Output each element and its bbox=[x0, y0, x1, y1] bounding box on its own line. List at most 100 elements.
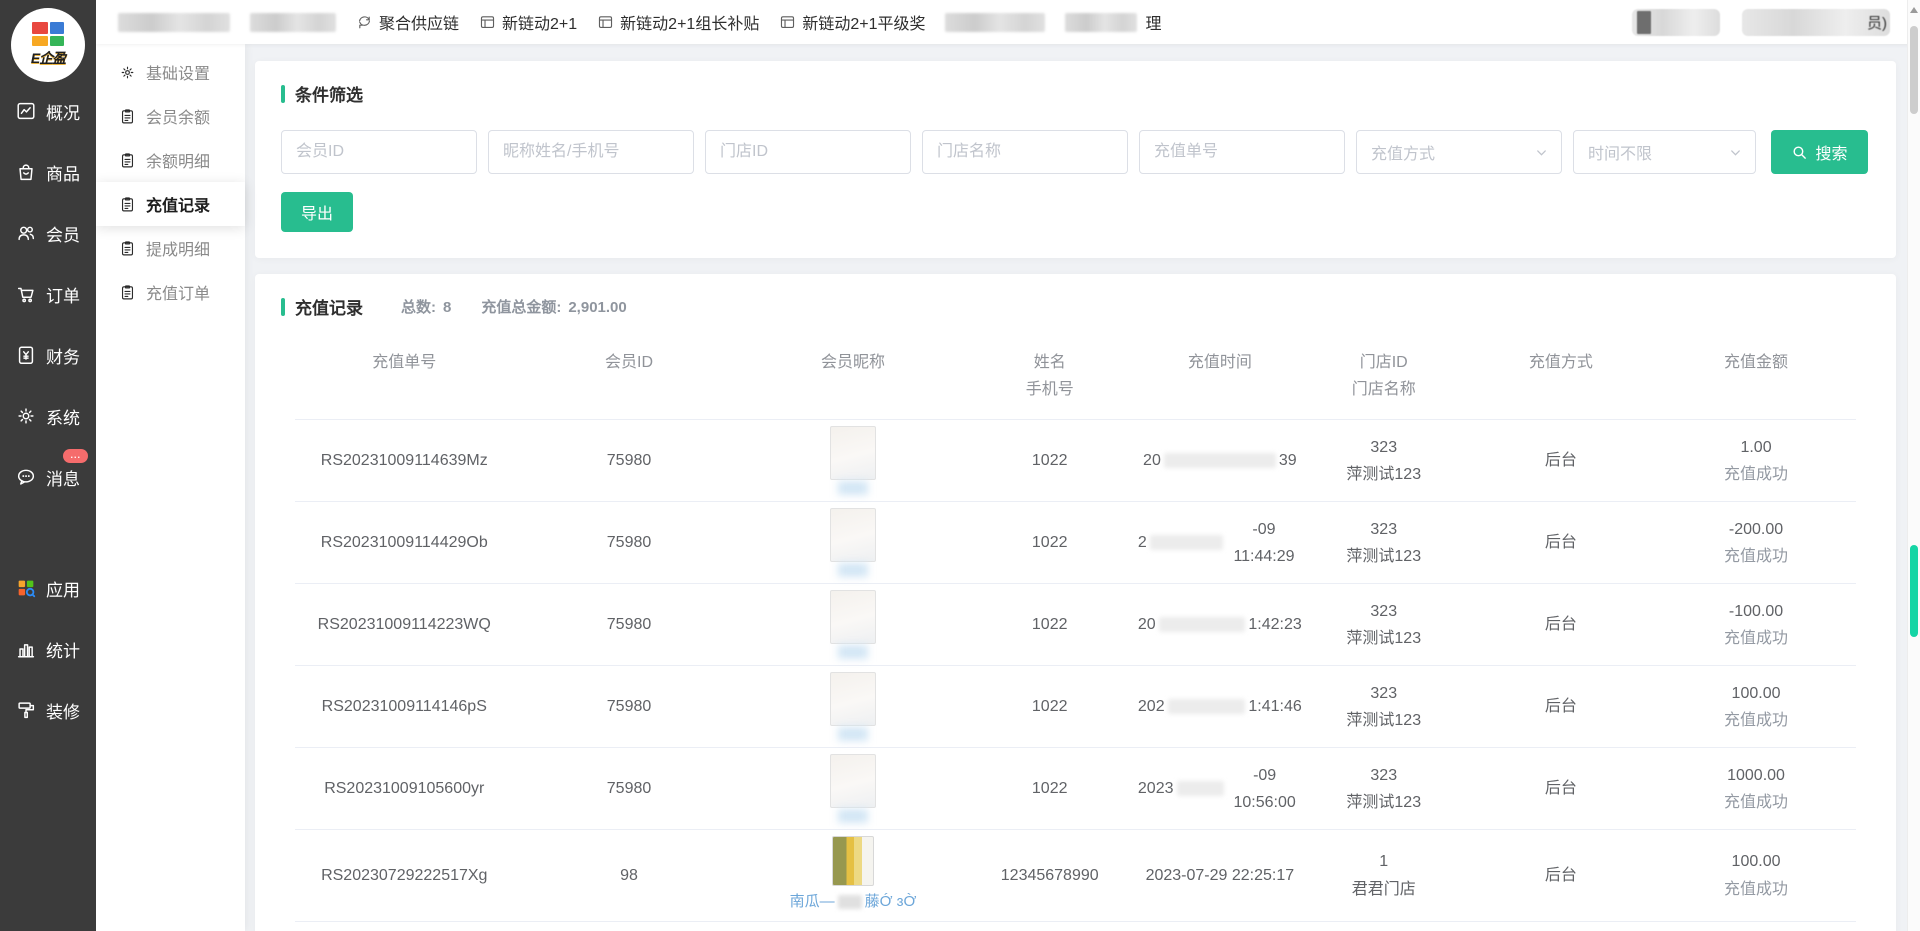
time-cell: 2039 bbox=[1138, 447, 1302, 474]
search-button-label: 搜索 bbox=[1815, 140, 1847, 164]
scrollbar-thumb[interactable] bbox=[1910, 26, 1918, 114]
time-text: -09 11:44:29 bbox=[1226, 516, 1302, 570]
message-icon bbox=[15, 466, 37, 488]
app-root: E企盈 概况商品会员订单财务系统消息... 应用统计装修 聚合供应链新链动2+1… bbox=[0, 0, 1920, 931]
member-avatar[interactable] bbox=[830, 508, 876, 562]
table-row: RS20231009114146pS7598010222021:41:46323… bbox=[295, 666, 1856, 748]
member-avatar[interactable] bbox=[830, 426, 876, 480]
scrollbar-up-arrow-icon[interactable] bbox=[1910, 7, 1918, 13]
column-header-line: 手机号 bbox=[962, 376, 1138, 403]
nav-tab[interactable]: 新链动2+1 bbox=[479, 10, 577, 34]
member-avatar[interactable] bbox=[830, 754, 876, 808]
nav-tab[interactable]: 聚合供应链 bbox=[356, 10, 459, 34]
filter-input[interactable] bbox=[1139, 130, 1345, 174]
nav-tab-label: 新链动2+1平级奖 bbox=[802, 10, 925, 34]
status-text: 充值成功 bbox=[1724, 625, 1788, 652]
table-row: RS20231009114429Ob7598010222-09 11:44:29… bbox=[295, 502, 1856, 584]
topbar-user-area: 员) bbox=[1632, 9, 1890, 36]
redacted-text-block bbox=[1164, 453, 1276, 468]
column-header-line: 门店ID bbox=[1302, 349, 1466, 376]
submenu-item-active[interactable]: 充值记录 bbox=[96, 182, 245, 226]
doc-icon bbox=[119, 196, 136, 213]
scrollbar-teal-thumb[interactable] bbox=[1910, 545, 1918, 637]
redacted-nav-tab[interactable] bbox=[250, 13, 336, 32]
app-logo[interactable]: E企盈 bbox=[0, 0, 96, 82]
filter-input[interactable] bbox=[281, 130, 477, 174]
nav-tab[interactable]: 新链动2+1组长补贴 bbox=[597, 10, 759, 34]
rail-item-label: 应用 bbox=[46, 576, 80, 601]
time-text: 2 bbox=[1138, 529, 1147, 556]
filter-input[interactable] bbox=[488, 130, 694, 174]
page-scrollbar[interactable] bbox=[1907, 0, 1920, 931]
rail-item-goods[interactable]: 商品 bbox=[0, 157, 96, 187]
status-text: 充值成功 bbox=[1724, 461, 1788, 488]
right-column: 聚合供应链新链动2+1新链动2+1组长补贴新链动2+1平级奖理 员) 基础设置会… bbox=[96, 0, 1920, 931]
rail-item-stats[interactable]: 统计 bbox=[0, 634, 96, 664]
rail-item-member[interactable]: 会员 bbox=[0, 218, 96, 248]
rail-item-finance[interactable]: 财务 bbox=[0, 340, 96, 370]
column-header: 姓名手机号 bbox=[962, 349, 1138, 403]
member-id-cell: 75980 bbox=[514, 447, 745, 474]
gear-icon bbox=[119, 64, 136, 81]
filter-input[interactable] bbox=[705, 130, 911, 174]
column-header: 门店ID门店名称 bbox=[1302, 349, 1466, 403]
order-no-cell: RS20230729222517Xg bbox=[295, 862, 514, 889]
table-row: RS20231009105600yr7598010222023-09 10:56… bbox=[295, 748, 1856, 830]
rail-item-deco[interactable]: 装修 bbox=[0, 695, 96, 725]
rail-item-message[interactable]: 消息... bbox=[0, 462, 96, 492]
nickname-text: 藤Ớ ɜỜ bbox=[865, 889, 917, 915]
store-id: 323 bbox=[1370, 680, 1397, 707]
member-id-cell: 75980 bbox=[514, 775, 745, 802]
member-icon bbox=[15, 222, 37, 244]
records-total: 总数: 8 bbox=[401, 296, 451, 317]
submenu-item-doc[interactable]: 会员余额 bbox=[96, 94, 245, 138]
store-name: 萍测试123 bbox=[1346, 789, 1421, 816]
nickname-link[interactable]: 南瓜—藤Ớ ɜỜ bbox=[790, 889, 917, 915]
method-cell: 后台 bbox=[1466, 447, 1656, 474]
export-button[interactable]: 导出 bbox=[281, 192, 353, 232]
column-header: 充值时间 bbox=[1138, 349, 1302, 403]
filter-input[interactable] bbox=[922, 130, 1128, 174]
member-avatar[interactable] bbox=[830, 590, 876, 644]
user-area-item-2[interactable]: 员) bbox=[1742, 9, 1890, 36]
user-area-item-1[interactable] bbox=[1632, 9, 1720, 36]
member-avatar[interactable] bbox=[830, 672, 876, 726]
rail-item-order[interactable]: 订单 bbox=[0, 279, 96, 309]
total-value: 8 bbox=[443, 299, 451, 316]
store-id: 323 bbox=[1370, 516, 1397, 543]
redacted-text-block bbox=[1150, 535, 1223, 550]
status-text: 充值成功 bbox=[1724, 789, 1788, 816]
amount-cell: 1.00充值成功 bbox=[1656, 434, 1856, 488]
store-cell: 323萍测试123 bbox=[1302, 762, 1466, 816]
rail-item-label: 装修 bbox=[46, 698, 80, 723]
submenu-item-doc[interactable]: 余额明细 bbox=[96, 138, 245, 182]
logo-text: E企盈 bbox=[31, 48, 65, 68]
rail-item-label: 会员 bbox=[46, 221, 80, 246]
submenu-item-gear[interactable]: 基础设置 bbox=[96, 50, 245, 94]
submenu-item-doc[interactable]: 充值订单 bbox=[96, 270, 245, 314]
rail-item-overview[interactable]: 概况 bbox=[0, 96, 96, 126]
message-badge: ... bbox=[63, 449, 88, 463]
submenu-item-doc[interactable]: 提成明细 bbox=[96, 226, 245, 270]
redacted-nav-tab[interactable]: 理 bbox=[1065, 10, 1161, 34]
rail-item-apps[interactable]: 应用 bbox=[0, 573, 96, 603]
column-header-line: 充值金额 bbox=[1656, 349, 1856, 376]
search-button[interactable]: 搜索 bbox=[1771, 130, 1868, 174]
method-cell: 后台 bbox=[1466, 862, 1656, 889]
redacted-avatar-block bbox=[1637, 11, 1651, 34]
rail-item-system[interactable]: 系统 bbox=[0, 401, 96, 431]
select-value: 充值方式 bbox=[1371, 140, 1435, 164]
column-header-line: 会员ID bbox=[514, 349, 745, 376]
nickname-cell bbox=[745, 426, 962, 495]
filter-select[interactable]: 时间不限 bbox=[1573, 130, 1756, 174]
filter-select[interactable]: 充值方式 bbox=[1356, 130, 1562, 174]
stats-icon bbox=[15, 638, 37, 660]
member-avatar[interactable] bbox=[832, 836, 874, 886]
redacted-nav-tab[interactable] bbox=[118, 13, 230, 32]
nav-tab[interactable]: 新链动2+1平级奖 bbox=[779, 10, 925, 34]
member-id-cell: 75980 bbox=[514, 529, 745, 556]
redacted-text-block bbox=[838, 895, 862, 909]
redacted-nav-tab[interactable] bbox=[945, 13, 1045, 32]
method-cell: 后台 bbox=[1466, 693, 1656, 720]
time-cell: 201:42:23 bbox=[1138, 611, 1302, 638]
